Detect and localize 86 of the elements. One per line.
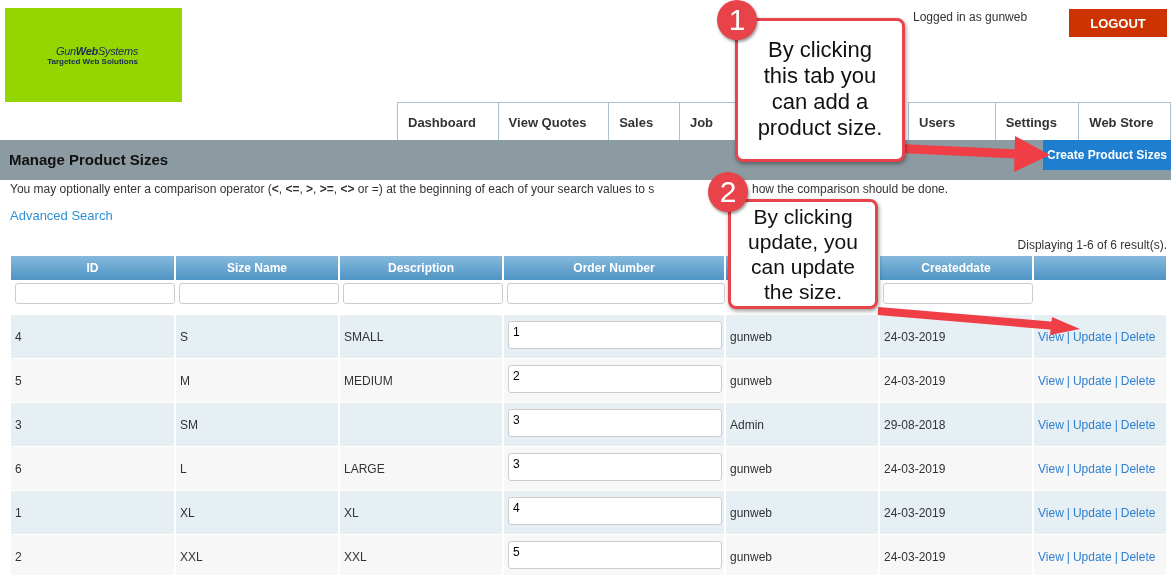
separator: | [1066,461,1070,476]
search-hint: You may optionally enter a comparison operator (<, <=, >, >=, <> or =) at the beginning of each of your search values to s [10,182,656,196]
action-link[interactable]: Update [1072,461,1112,476]
separator: | [1066,505,1070,520]
table-cell: gunweb [725,314,879,359]
results-summary: Displaying 1-6 of 6 result(s). [1017,238,1167,252]
table-cell: gunweb [725,358,879,403]
nav-tab[interactable]: Web Store [1078,102,1171,140]
separator: | [1114,329,1118,344]
logout-button[interactable]: LOGOUT [1069,9,1167,37]
action-link[interactable]: Update [1072,417,1112,432]
table-cell: MEDIUM [339,358,503,403]
table-cell: SMALL [339,314,503,359]
column-header[interactable]: ID [11,256,175,280]
table-cell: 24-03-2019 [879,490,1033,535]
separator: | [1066,373,1070,388]
nav-tab[interactable]: Dashboard [397,102,499,140]
action-link[interactable]: View [1038,329,1064,344]
filter-field[interactable] [15,282,175,304]
column-header[interactable]: Createddate [879,256,1033,280]
action-link[interactable]: Update [1072,549,1112,564]
separator: | [1114,461,1118,476]
filter-field[interactable] [507,282,725,304]
company-logo: GunWebSystems Targeted Web Solutions [5,8,182,102]
column-header[interactable]: Size Name [175,256,339,280]
table-cell: 24-03-2019 [879,358,1033,403]
action-link[interactable]: Delete [1120,329,1156,344]
order-number-field[interactable]: 4 [508,496,722,525]
table-cell: M [175,358,339,403]
action-link[interactable]: Update [1072,373,1112,388]
search-hint: how the comparison should be done. [752,182,949,196]
table-cell: 4 [11,314,175,359]
action-link[interactable]: View [1038,461,1064,476]
filter-field[interactable] [179,282,339,304]
action-link[interactable]: View [1038,549,1064,564]
action-link[interactable]: Delete [1120,549,1156,564]
table-cell: S [175,314,339,359]
separator: | [1066,329,1070,344]
action-link[interactable]: Update [1072,329,1112,344]
order-number-field[interactable]: 5 [508,540,722,569]
separator: | [1114,505,1118,520]
table-cell: XL [339,490,503,535]
table-cell: 5 [11,358,175,403]
filter-field[interactable] [343,282,503,304]
action-link[interactable]: Delete [1120,461,1156,476]
action-link[interactable]: Delete [1120,417,1156,432]
separator: | [1114,373,1118,388]
advanced-search-link[interactable]: Advanced Search [10,208,113,223]
create-product-sizes-button[interactable]: Create Product Sizes [1043,140,1171,170]
filter-field[interactable] [883,282,1033,304]
action-link[interactable]: View [1038,373,1064,388]
order-number-field[interactable]: 3 [508,408,722,437]
table-cell: L [175,446,339,491]
column-header[interactable]: Order Number [503,256,725,280]
login-status: Logged in as gunweb [913,10,1028,24]
table-cell: 1 [11,490,175,535]
action-link[interactable]: Delete [1120,373,1156,388]
table-cell: gunweb [725,534,879,575]
action-link[interactable]: Update [1072,505,1112,520]
table-cell: 24-03-2019 [879,534,1033,575]
table-cell: SM [175,402,339,447]
nav-tab[interactable]: Users [908,102,996,140]
action-link[interactable]: View [1038,417,1064,432]
action-link[interactable]: Delete [1120,505,1156,520]
table-cell: Admin [725,402,879,447]
table-cell: 2 [11,534,175,575]
page-title: Manage Product Sizes [9,151,169,170]
action-link[interactable]: View [1038,505,1064,520]
separator: | [1066,417,1070,432]
table-cell: 24-03-2019 [879,446,1033,491]
order-number-field[interactable]: 2 [508,364,722,393]
order-number-field[interactable]: 1 [508,320,722,349]
separator: | [1114,417,1118,432]
separator: | [1114,549,1118,564]
table-cell: gunweb [725,446,879,491]
column-header[interactable]: Description [339,256,503,280]
table-cell: XL [175,490,339,535]
separator: | [1066,549,1070,564]
table-cell: XXL [175,534,339,575]
table-cell: LARGE [339,446,503,491]
order-number-field[interactable]: 3 [508,452,722,481]
table-cell: 29-08-2018 [879,402,1033,447]
table-cell: gunweb [725,490,879,535]
table-cell: XXL [339,534,503,575]
table-cell: 3 [11,402,175,447]
table-cell: 6 [11,446,175,491]
